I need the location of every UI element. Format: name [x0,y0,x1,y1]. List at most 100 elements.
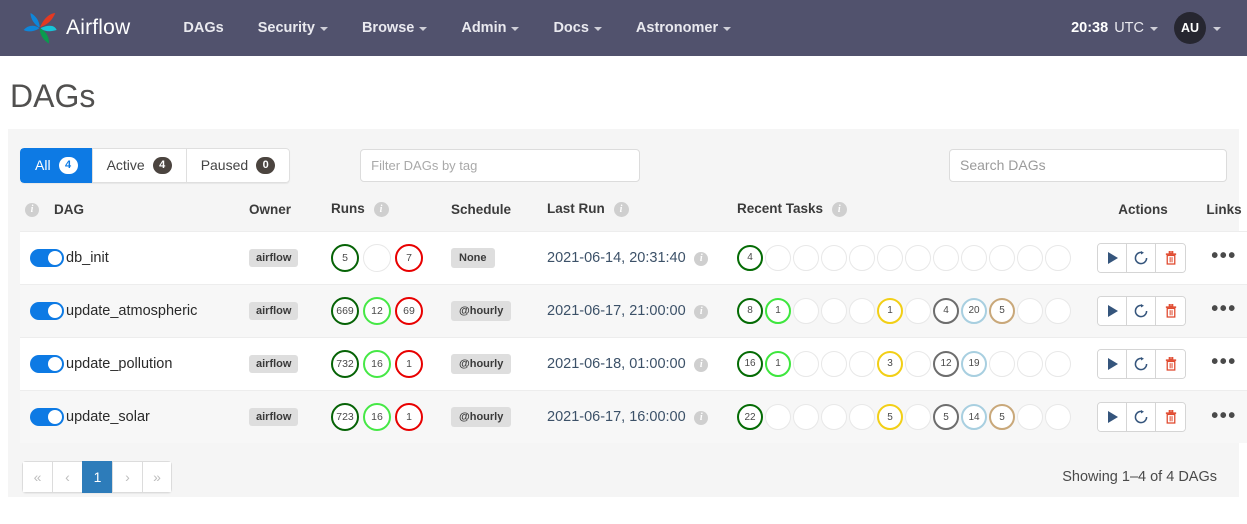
dag-name-link[interactable]: update_pollution [66,356,172,372]
dag-pause-toggle[interactable] [30,408,64,426]
status-circle-empty[interactable] [363,244,391,272]
delete-dag-button[interactable] [1156,403,1185,431]
user-menu[interactable]: AU [1174,12,1221,44]
schedule-tag[interactable]: None [451,248,495,268]
status-circle[interactable]: 69 [395,297,423,325]
header-dag[interactable]: DAG [54,201,249,231]
status-circle-empty[interactable] [793,404,819,430]
info-icon[interactable]: i [694,252,708,266]
status-circle[interactable]: 5 [989,404,1015,430]
status-circle[interactable]: 22 [737,404,763,430]
trigger-dag-button[interactable] [1098,350,1127,378]
status-circle[interactable]: 16 [363,350,391,378]
status-circle-empty[interactable] [933,245,959,271]
status-circle-empty[interactable] [1017,298,1043,324]
nav-item-browse[interactable]: Browse [345,14,444,42]
delete-dag-button[interactable] [1156,350,1185,378]
links-ellipsis-icon[interactable]: ••• [1211,351,1237,373]
status-circle[interactable]: 19 [961,351,987,377]
status-circle[interactable]: 20 [961,298,987,324]
status-circle-empty[interactable] [1017,245,1043,271]
info-icon[interactable]: i [694,411,708,425]
pager-button[interactable]: ‹ [52,461,82,493]
status-circle[interactable]: 669 [331,297,359,325]
filter-all-button[interactable]: All 4 [20,148,92,183]
status-circle-empty[interactable] [877,245,903,271]
status-circle-empty[interactable] [849,351,875,377]
status-circle-empty[interactable] [1045,351,1071,377]
refresh-dag-button[interactable] [1127,297,1156,325]
status-circle[interactable]: 5 [331,244,359,272]
status-circle[interactable]: 7 [395,244,423,272]
header-owner[interactable]: Owner [249,201,331,231]
filter-active-button[interactable]: Active 4 [92,148,186,183]
dag-name-link[interactable]: db_init [66,250,109,266]
status-circle[interactable]: 4 [737,245,763,271]
status-circle[interactable]: 5 [989,298,1015,324]
info-icon[interactable]: i [694,358,708,372]
header-last-run-label[interactable]: Last Run [547,201,605,216]
pager-button[interactable]: « [22,461,52,493]
status-circle-empty[interactable] [905,404,931,430]
nav-item-dags[interactable]: DAGs [166,14,240,42]
status-circle-empty[interactable] [849,404,875,430]
filter-dags-by-tag-input[interactable] [360,149,640,182]
info-icon[interactable]: i [832,202,847,217]
nav-item-docs[interactable]: Docs [536,14,618,42]
filter-paused-button[interactable]: Paused 0 [186,148,290,183]
schedule-tag[interactable]: @hourly [451,301,511,321]
timezone-selector[interactable]: 20:38 UTC [1071,20,1158,36]
status-circle[interactable]: 4 [933,298,959,324]
status-circle[interactable]: 12 [933,351,959,377]
info-icon[interactable]: i [614,202,629,217]
nav-item-security[interactable]: Security [241,14,345,42]
status-circle-empty[interactable] [793,351,819,377]
status-circle[interactable]: 732 [331,350,359,378]
status-circle[interactable]: 14 [961,404,987,430]
links-ellipsis-icon[interactable]: ••• [1211,405,1237,427]
status-circle-empty[interactable] [1017,351,1043,377]
dag-pause-toggle[interactable] [30,355,64,373]
status-circle-empty[interactable] [989,351,1015,377]
status-circle-empty[interactable] [765,404,791,430]
status-circle[interactable]: 723 [331,403,359,431]
brand-home-link[interactable]: Airflow [16,11,130,45]
info-icon[interactable]: i [694,305,708,319]
status-circle[interactable]: 8 [737,298,763,324]
status-circle-empty[interactable] [1045,245,1071,271]
status-circle[interactable]: 1 [765,298,791,324]
refresh-dag-button[interactable] [1127,403,1156,431]
status-circle-empty[interactable] [821,351,847,377]
dag-name-link[interactable]: update_solar [66,409,150,425]
schedule-tag[interactable]: @hourly [451,407,511,427]
status-circle[interactable]: 1 [395,350,423,378]
header-schedule[interactable]: Schedule [451,201,547,231]
status-circle[interactable]: 16 [737,351,763,377]
pager-button[interactable]: » [142,461,172,493]
status-circle-empty[interactable] [905,245,931,271]
nav-item-admin[interactable]: Admin [444,14,536,42]
status-circle-empty[interactable] [905,298,931,324]
refresh-dag-button[interactable] [1127,244,1156,272]
dag-pause-toggle[interactable] [30,302,64,320]
status-circle-empty[interactable] [765,245,791,271]
status-circle-empty[interactable] [793,245,819,271]
status-circle[interactable]: 5 [877,404,903,430]
dag-name-link[interactable]: update_atmospheric [66,303,197,319]
status-circle-empty[interactable] [1045,404,1071,430]
info-icon[interactable]: i [25,203,39,217]
owner-tag[interactable]: airflow [249,302,298,320]
dag-pause-toggle[interactable] [30,249,64,267]
status-circle-empty[interactable] [905,351,931,377]
schedule-tag[interactable]: @hourly [451,354,511,374]
status-circle-empty[interactable] [849,298,875,324]
status-circle-empty[interactable] [821,298,847,324]
status-circle[interactable]: 12 [363,297,391,325]
status-circle[interactable]: 5 [933,404,959,430]
status-circle-empty[interactable] [793,298,819,324]
pager-page-active[interactable]: 1 [82,461,112,493]
status-circle-empty[interactable] [821,404,847,430]
links-ellipsis-icon[interactable]: ••• [1211,298,1237,320]
refresh-dag-button[interactable] [1127,350,1156,378]
status-circle-empty[interactable] [1045,298,1071,324]
